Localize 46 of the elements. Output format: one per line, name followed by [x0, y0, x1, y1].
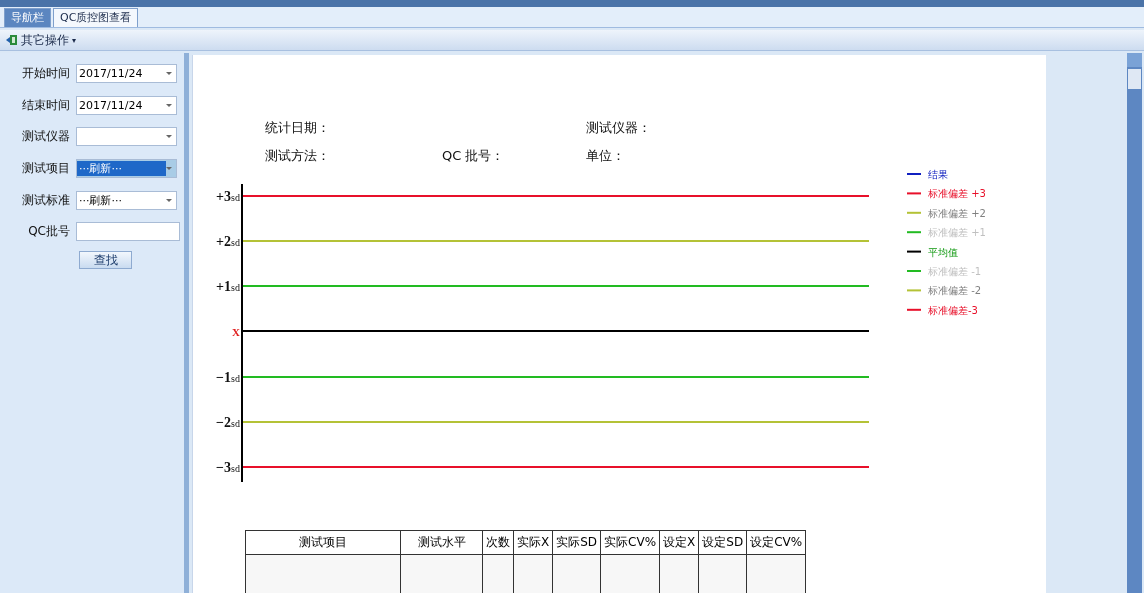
dropdown-field[interactable]: ···刷新···: [76, 190, 177, 210]
field-label: 测试标准: [21, 191, 71, 209]
dropdown-field[interactable]: 2017/11/24: [76, 95, 177, 115]
legend-label: 结果: [928, 169, 948, 180]
field-label: 测试仪器: [21, 128, 71, 146]
dropdown-field[interactable]: [76, 127, 177, 147]
column-header: 测试水平: [400, 530, 483, 555]
dropdown-field[interactable]: ···刷新···: [76, 159, 177, 179]
axis-label: X: [232, 326, 240, 338]
legend-label: 平均值: [928, 246, 958, 258]
other-actions-menu[interactable]: 其它操作 ▾: [6, 31, 76, 49]
column-header: 设定SD: [698, 530, 747, 555]
axis-label: +2sd: [216, 234, 240, 249]
info-label: 单位：: [586, 147, 626, 165]
axis-label: −1sd: [216, 370, 240, 385]
legend-label: 标准偏差-3: [928, 304, 978, 316]
column-header: 设定CV%: [746, 530, 806, 555]
legend-label: 标准偏差 +3: [928, 188, 986, 200]
axis-label: +3sd: [216, 189, 240, 204]
column-header: 实际X: [513, 530, 553, 555]
column-header: 实际CV%: [600, 530, 660, 555]
info-label: QC 批号：: [442, 147, 506, 165]
legend-label: 标准偏差 -2: [928, 285, 982, 297]
field-label: QC批号: [27, 223, 71, 241]
export-icon: [6, 34, 18, 46]
info-label: 测试方法：: [265, 147, 331, 165]
scrollbar[interactable]: [1127, 53, 1142, 593]
info-label: 统计日期：: [265, 119, 331, 137]
field-label: 测试项目: [21, 160, 71, 178]
axis-label: −3sd: [216, 460, 240, 475]
axis-label: −2sd: [216, 415, 240, 430]
caret-icon: ▾: [72, 35, 76, 45]
tab[interactable]: 导航栏: [4, 8, 51, 27]
field-label: 开始时间: [21, 65, 71, 83]
input-field[interactable]: [76, 222, 180, 242]
column-header: 次数: [482, 530, 514, 555]
search-button[interactable]: 查找: [79, 250, 132, 269]
column-header: 实际SD: [552, 530, 601, 555]
tab[interactable]: QC质控图查看: [53, 8, 139, 27]
column-header: 测试项目: [245, 530, 401, 555]
legend-label: 标准偏差 +2: [928, 207, 986, 219]
dropdown-field[interactable]: 2017/11/24: [76, 64, 177, 84]
axis-label: +1sd: [216, 279, 240, 294]
info-label: 测试仪器：: [586, 119, 652, 137]
column-header: 设定X: [659, 530, 699, 555]
field-label: 结束时间: [21, 96, 71, 114]
